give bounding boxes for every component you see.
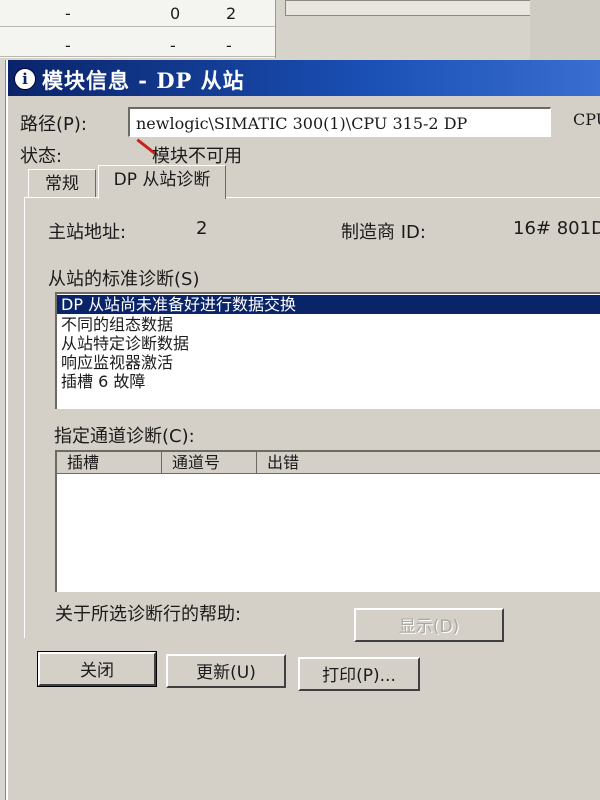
table-cell: 2 [226,4,237,23]
manufacturer-id-label: 制造商 ID: [341,222,426,243]
standard-diagnostics-list[interactable]: DP 从站尚未准备好进行数据交换 不同的组态数据 从站特定诊断数据 响应监视器激… [55,292,600,409]
column-header-slot[interactable]: 插槽 [57,452,162,474]
path-suffix: CPU [573,110,600,129]
close-button[interactable]: 关闭 [37,651,157,687]
table-cell: 0 [170,4,181,23]
list-item[interactable]: DP 从站尚未准备好进行数据交换 [57,295,600,314]
background-table: - 0 2 - - - [0,0,276,58]
info-icon: i [14,68,36,90]
table-cell: - [65,36,71,55]
status-label: 状态: [20,146,63,167]
path-field[interactable]: newlogic\SIMATIC 300(1)\CPU 315-2 DP [128,107,551,137]
master-address-label: 主站地址: [48,222,127,243]
table-row: - 0 2 [0,0,275,27]
module-info-dialog: i 模块信息 - DP 从站 路径(P): newlogic\SIMATIC 3… [6,60,600,800]
channel-diagnostics-table[interactable]: 插槽 通道号 出错 [55,450,600,592]
list-item[interactable]: 从站特定诊断数据 [57,334,189,353]
update-button[interactable]: 更新(U) [166,654,286,688]
background-panel [530,0,600,60]
standard-diagnostics-label: 从站的标准诊断(S) [48,269,200,290]
manufacturer-id-value: 16# 801D [513,218,600,239]
path-label: 路径(P): [20,114,87,135]
title-bar[interactable]: i 模块信息 - DP 从站 [8,60,600,96]
tab-general[interactable]: 常规 [28,169,96,198]
channel-diagnostics-label: 指定通道诊断(C): [54,426,195,447]
tab-dp-slave-diagnostics[interactable]: DP 从站诊断 [98,165,226,199]
print-button[interactable]: 打印(P)... [298,657,420,691]
table-row: - - - [0,30,275,57]
list-item[interactable]: 插槽 6 故障 [57,372,145,391]
table-cell: - [170,36,176,55]
column-header-channel[interactable]: 通道号 [162,452,257,474]
show-button[interactable]: 显示(D) [354,608,504,642]
background-window: - 0 2 - - - [0,0,600,60]
dialog-title: 模块信息 - DP 从站 [42,68,245,93]
help-label: 关于所选诊断行的帮助: [55,604,242,625]
column-header-error[interactable]: 出错 [257,452,600,474]
master-address-value: 2 [196,218,208,239]
background-field [285,0,532,16]
table-cell: - [226,36,232,55]
list-item[interactable]: 不同的组态数据 [57,315,173,334]
list-item[interactable]: 响应监视器激活 [57,353,173,372]
table-cell: - [65,4,71,23]
